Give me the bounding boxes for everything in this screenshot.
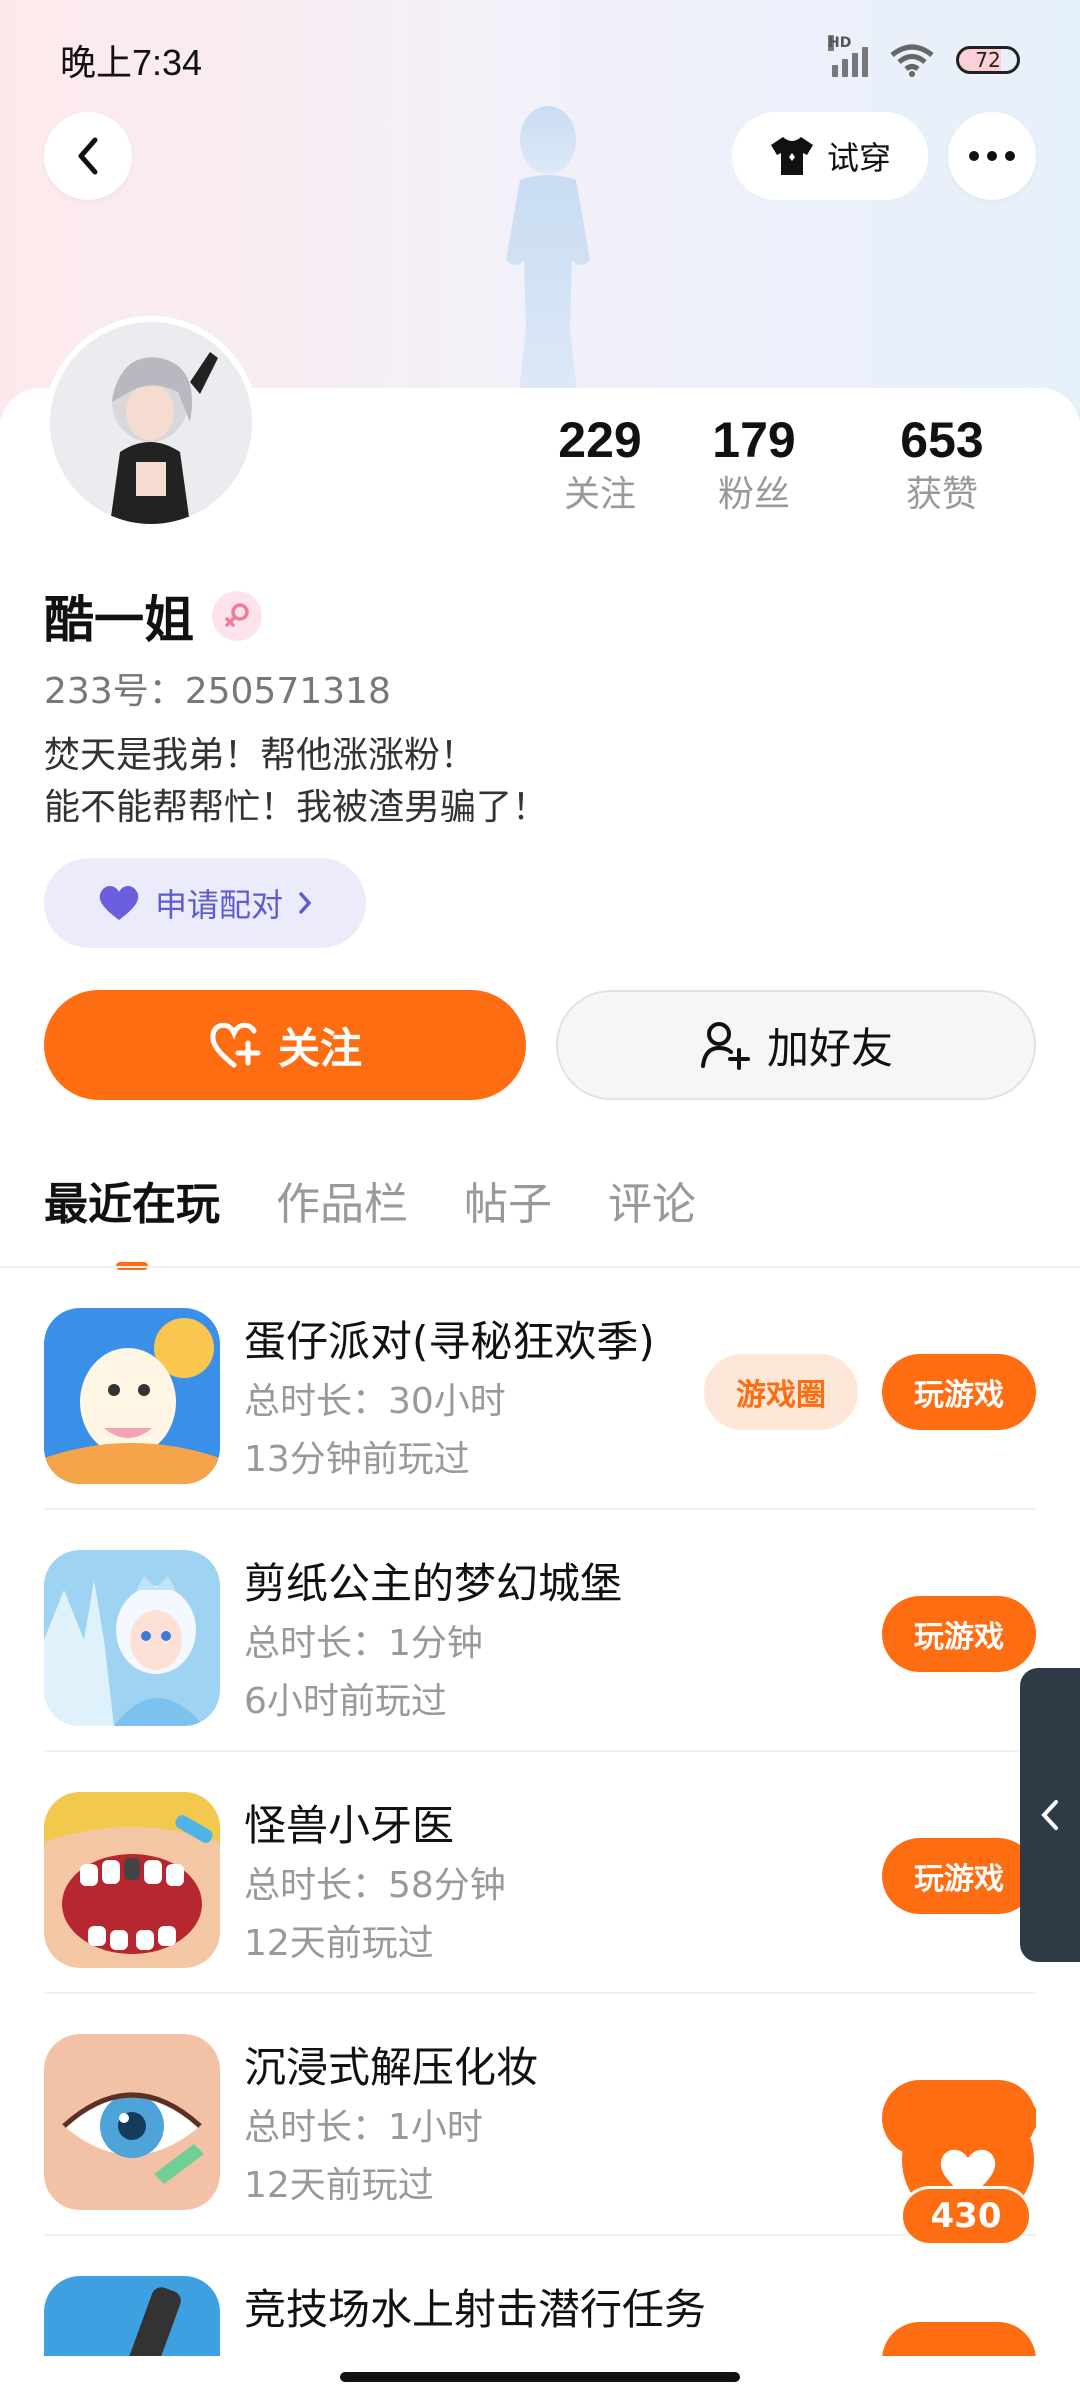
back-arrow-icon [78,137,98,175]
like-count: 430 [900,2186,1032,2246]
stat-followers[interactable]: 179 粉丝 [660,410,848,530]
side-chevron-icon [1041,1800,1058,1830]
game-icon-makeup[interactable] [44,2034,220,2210]
game-duration: 总时长：58分钟 [244,1865,506,1906]
more-button[interactable] [948,112,1036,200]
game-duration: 总时长：30小时 [244,1381,506,1422]
follow-label: 关注 [277,1023,362,1073]
stat-following[interactable]: 229 关注 [540,410,660,530]
status-bar: 晚上7:34 HD 72 [0,30,1080,90]
home-indicator[interactable] [340,2372,740,2382]
game-title: 沉浸式解压化妆 [244,2043,539,2092]
signal-icon: HD [828,35,868,77]
game-circle-button[interactable]: 游戏圈 [704,1354,858,1430]
pair-label: 申请配对 [154,886,283,924]
game-title: 竞技场水上射击潜行任务 [244,2285,707,2334]
stat-label: 关注 [563,474,636,515]
tab-posts[interactable]: 帖子 [464,1170,552,1240]
bio-line: 能不能帮帮忙！我被渣男骗了！ [44,787,549,828]
game-duration: 总时长：1小时 [244,2107,483,2148]
status-time: 晚上7:34 [60,42,203,83]
wifi-icon [890,44,934,77]
user-bio: 焚天是我弟！帮他涨涨粉！ 能不能帮帮忙！我被渣男骗了！ [44,730,548,834]
name-row: 酷一姐 [44,580,262,652]
try-on-button[interactable]: 试穿 [732,112,928,200]
follow-button[interactable]: 关注 [44,990,526,1100]
heart-icon [99,886,139,920]
stat-value: 653 [900,412,984,468]
avatar-image [50,322,252,524]
game-last-played: 12天前玩过 [244,1923,434,1964]
add-friend-button[interactable]: 加好友 [556,990,1036,1100]
play-game-button[interactable]: 玩游戏 [882,1354,1036,1430]
stat-value: 229 [558,412,642,468]
battery-level: 72 [975,48,1001,72]
game-last-played: 12天前玩过 [244,2165,434,2206]
game-item[interactable]: 怪兽小牙医 总时长：58分钟 12天前玩过 玩游戏 [44,1752,1036,1994]
more-icon-dot [987,151,997,161]
shirt-icon [770,137,813,175]
game-title: 蛋仔派对(寻秘狂欢季) [244,1317,655,1366]
user-name: 酷一姐 [44,591,194,649]
try-on-label: 试穿 [826,139,891,177]
user-id: 233号：250571318 [44,671,391,712]
play-game-button[interactable]: 玩游戏 [882,1838,1036,1914]
more-icon-dot [1005,151,1015,161]
tab-works[interactable]: 作品栏 [276,1170,408,1240]
game-icon-eggy-party[interactable] [44,1308,220,1484]
game-icon-monster-dentist[interactable] [44,1792,220,1968]
side-panel-toggle[interactable] [1020,1668,1080,1962]
stat-value: 179 [712,412,796,468]
game-title: 怪兽小牙医 [244,1801,455,1850]
add-friend-label: 加好友 [766,1023,893,1073]
more-icon-dot [969,151,979,161]
battery-icon: 72 [956,46,1020,74]
back-button[interactable] [44,112,132,200]
stat-label: 获赞 [905,474,978,515]
game-item[interactable]: 剪纸公主的梦幻城堡 总时长：1分钟 6小时前玩过 玩游戏 [44,1510,1036,1752]
avatar[interactable] [44,316,258,530]
avatar-3d-figure [506,106,590,400]
game-last-played: 13分钟前玩过 [244,1439,470,1480]
user-plus-icon [700,1022,750,1070]
stat-likes[interactable]: 653 获赞 [848,410,1036,530]
profile-tabs: 最近在玩 作品栏 帖子 评论 [44,1170,696,1270]
female-icon [212,591,262,641]
play-game-button[interactable]: 玩游戏 [882,1596,1036,1672]
stat-label: 粉丝 [717,474,790,515]
game-duration: 总时长：1分钟 [244,1623,483,1664]
game-icon-paper-princess[interactable] [44,1550,220,1726]
pair-request-button[interactable]: 申请配对 [44,858,366,948]
profile-stats: 229 关注 179 粉丝 653 获赞 [540,410,1060,530]
game-item[interactable]: 蛋仔派对(寻秘狂欢季) 总时长：30小时 13分钟前玩过 游戏圈 玩游戏 [44,1268,1036,1510]
game-item[interactable]: 沉浸式解压化妆 总时长：1小时 12天前玩过 玩游戏 [44,1994,1036,2236]
chevron-right-icon [299,892,312,914]
heart-plus-icon [210,1022,261,1068]
bio-line: 焚天是我弟！帮他涨涨粉！ [44,735,477,776]
game-title: 剪纸公主的梦幻城堡 [244,1559,623,1608]
tab-comments[interactable]: 评论 [608,1170,696,1240]
game-last-played: 6小时前玩过 [244,1681,447,1722]
tab-recent-play[interactable]: 最近在玩 [44,1170,220,1270]
